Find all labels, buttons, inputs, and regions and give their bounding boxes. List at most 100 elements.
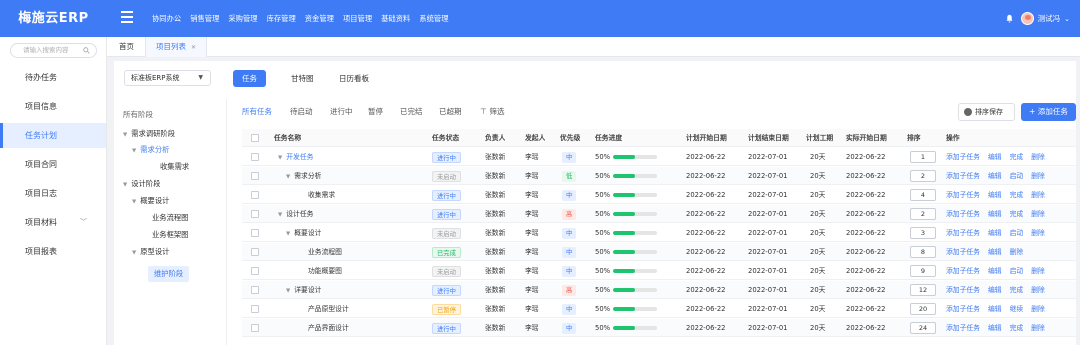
caret-down-icon[interactable]: ▼: [278, 212, 282, 218]
action-link[interactable]: 删除: [1031, 267, 1045, 275]
tab-tasks[interactable]: 任务: [233, 70, 266, 87]
order-input[interactable]: 8: [910, 246, 936, 258]
filter-button[interactable]: ⊤ 筛选: [480, 106, 505, 117]
order-input[interactable]: 1: [910, 151, 936, 163]
action-link[interactable]: 删除: [1031, 153, 1045, 161]
user-area[interactable]: 测试冯 ⌄: [1005, 0, 1070, 37]
table-row[interactable]: 产品界面设计 进行中 张数新 李瑶 2022-06-22 2022-07-01 20天 202…: [242, 319, 1076, 337]
table-row[interactable]: 收集需求 进行中 张数新 李瑶 2022-06-22 2022-07-01 20天 2022-…: [242, 186, 1076, 204]
search-icon[interactable]: [83, 47, 90, 54]
action-link[interactable]: 完成: [1010, 286, 1024, 294]
action-link[interactable]: 完成: [1010, 191, 1024, 199]
row-checkbox[interactable]: [251, 305, 259, 313]
topnav-item[interactable]: 采购管理: [228, 14, 257, 24]
topnav-item[interactable]: 协同办公: [152, 14, 181, 24]
topnav-item[interactable]: 基础资料: [381, 14, 410, 24]
add-task-button[interactable]: + 添加任务: [1021, 103, 1076, 121]
action-link[interactable]: 编辑: [988, 324, 1002, 332]
action-link[interactable]: 编辑: [988, 305, 1002, 313]
action-link[interactable]: 启动: [1010, 172, 1024, 180]
action-link[interactable]: 添加子任务: [946, 153, 980, 161]
row-checkbox[interactable]: [251, 286, 259, 294]
order-input[interactable]: 4: [910, 189, 936, 201]
action-link[interactable]: 添加子任务: [946, 248, 980, 256]
caret-down-icon[interactable]: ▼: [286, 174, 290, 180]
action-link[interactable]: 删除: [1031, 286, 1045, 294]
order-input[interactable]: 2: [910, 208, 936, 220]
user-name[interactable]: 测试冯: [1038, 13, 1061, 24]
order-input[interactable]: 9: [910, 265, 936, 277]
row-checkbox[interactable]: [251, 267, 259, 275]
topnav-item[interactable]: 项目管理: [343, 14, 372, 24]
row-checkbox[interactable]: [251, 191, 259, 199]
sidebar-item-contract[interactable]: 项目合同: [0, 152, 106, 177]
order-input[interactable]: 2: [910, 170, 936, 182]
order-input[interactable]: 12: [910, 284, 936, 296]
table-row[interactable]: 功能概要图 未启动 张数新 李瑶 2022-06-22 2022-07-01 20天 2022…: [242, 262, 1076, 280]
filter-running[interactable]: 进行中: [330, 106, 353, 117]
sidebar-item-todo[interactable]: 待办任务: [0, 65, 106, 90]
row-checkbox[interactable]: [251, 324, 259, 332]
action-link[interactable]: 启动: [1010, 229, 1024, 237]
action-link[interactable]: 编辑: [988, 210, 1002, 218]
order-input[interactable]: 3: [910, 227, 936, 239]
table-row[interactable]: ▼ 详要设计 进行中 张数新 李瑶 2022-06-22 2022-07-01 20天 2022…: [242, 281, 1076, 299]
table-row[interactable]: ▼ 开发任务 进行中 张数新 李瑶 2022-06-22 2022-07-01 20天 2022…: [242, 148, 1076, 166]
row-checkbox[interactable]: [251, 248, 259, 256]
table-row[interactable]: ▼ 概要设计 未启动 张数新 李瑶 2022-06-22 2022-07-01 20天 2022…: [242, 224, 1076, 242]
avatar[interactable]: [1020, 12, 1034, 25]
action-link[interactable]: 删除: [1031, 324, 1045, 332]
action-link[interactable]: 完成: [1010, 153, 1024, 161]
sidebar-item-materials[interactable]: 项目材料 ﹀: [0, 210, 106, 235]
action-link[interactable]: 编辑: [988, 267, 1002, 275]
chevron-down-icon[interactable]: ⌄: [1064, 15, 1070, 23]
action-link[interactable]: 完成: [1010, 210, 1024, 218]
topnav-item[interactable]: 资金管理: [305, 14, 334, 24]
filter-finished[interactable]: 已完结: [400, 106, 423, 117]
sidebar-item-reports[interactable]: 项目报表: [0, 239, 106, 264]
action-link[interactable]: 继续: [1010, 305, 1024, 313]
order-input[interactable]: 24: [910, 322, 936, 334]
tree-node[interactable]: ▼ 原型设计: [132, 247, 169, 257]
action-link[interactable]: 启动: [1010, 267, 1024, 275]
tree-node[interactable]: ▼ 需求分析: [132, 145, 169, 155]
table-row[interactable]: ▼ 需求分析 未启动 张数新 李瑶 2022-06-22 2022-07-01 20天 2022…: [242, 167, 1076, 185]
row-checkbox[interactable]: [251, 229, 259, 237]
row-checkbox[interactable]: [251, 210, 259, 218]
sidebar-item-task-plan[interactable]: 任务计划: [0, 123, 106, 148]
topnav-item[interactable]: 销售管理: [190, 14, 219, 24]
bell-icon[interactable]: [1005, 14, 1014, 23]
filter-pending[interactable]: 待启动: [290, 106, 313, 117]
order-input[interactable]: 20: [910, 303, 936, 315]
caret-down-icon[interactable]: ▼: [286, 231, 290, 237]
caret-down-icon[interactable]: ▼: [278, 155, 282, 161]
action-link[interactable]: 添加子任务: [946, 172, 980, 180]
action-link[interactable]: 删除: [1031, 172, 1045, 180]
action-link[interactable]: 添加子任务: [946, 267, 980, 275]
caret-down-icon[interactable]: ▼: [286, 288, 290, 294]
action-link[interactable]: 编辑: [988, 248, 1002, 256]
close-icon[interactable]: ✕: [191, 44, 196, 51]
filter-paused[interactable]: 暂停: [368, 106, 383, 117]
row-checkbox[interactable]: [251, 153, 259, 161]
sidebar-item-project-info[interactable]: 项目信息: [0, 94, 106, 119]
action-link[interactable]: 编辑: [988, 229, 1002, 237]
select-all-checkbox[interactable]: [251, 134, 259, 142]
action-link[interactable]: 完成: [1010, 324, 1024, 332]
search-input[interactable]: 请输入搜索内容: [10, 43, 97, 58]
action-link[interactable]: 编辑: [988, 153, 1002, 161]
action-link[interactable]: 删除: [1010, 248, 1024, 256]
action-link[interactable]: 添加子任务: [946, 324, 980, 332]
action-link[interactable]: 添加子任务: [946, 191, 980, 199]
save-order-button[interactable]: 排序保存: [958, 103, 1015, 121]
filter-all[interactable]: 所有任务: [242, 106, 272, 117]
action-link[interactable]: 删除: [1031, 229, 1045, 237]
topnav-item[interactable]: 系统管理: [419, 14, 448, 24]
tab-gantt[interactable]: 甘特图: [282, 70, 323, 87]
tree-node[interactable]: ▼ 设计阶段: [123, 179, 160, 189]
action-link[interactable]: 添加子任务: [946, 286, 980, 294]
sidebar-item-log[interactable]: 项目日志: [0, 181, 106, 206]
action-link[interactable]: 删除: [1031, 191, 1045, 199]
tab-project-list[interactable]: 项目列表 ✕: [145, 37, 208, 57]
action-link[interactable]: 添加子任务: [946, 229, 980, 237]
